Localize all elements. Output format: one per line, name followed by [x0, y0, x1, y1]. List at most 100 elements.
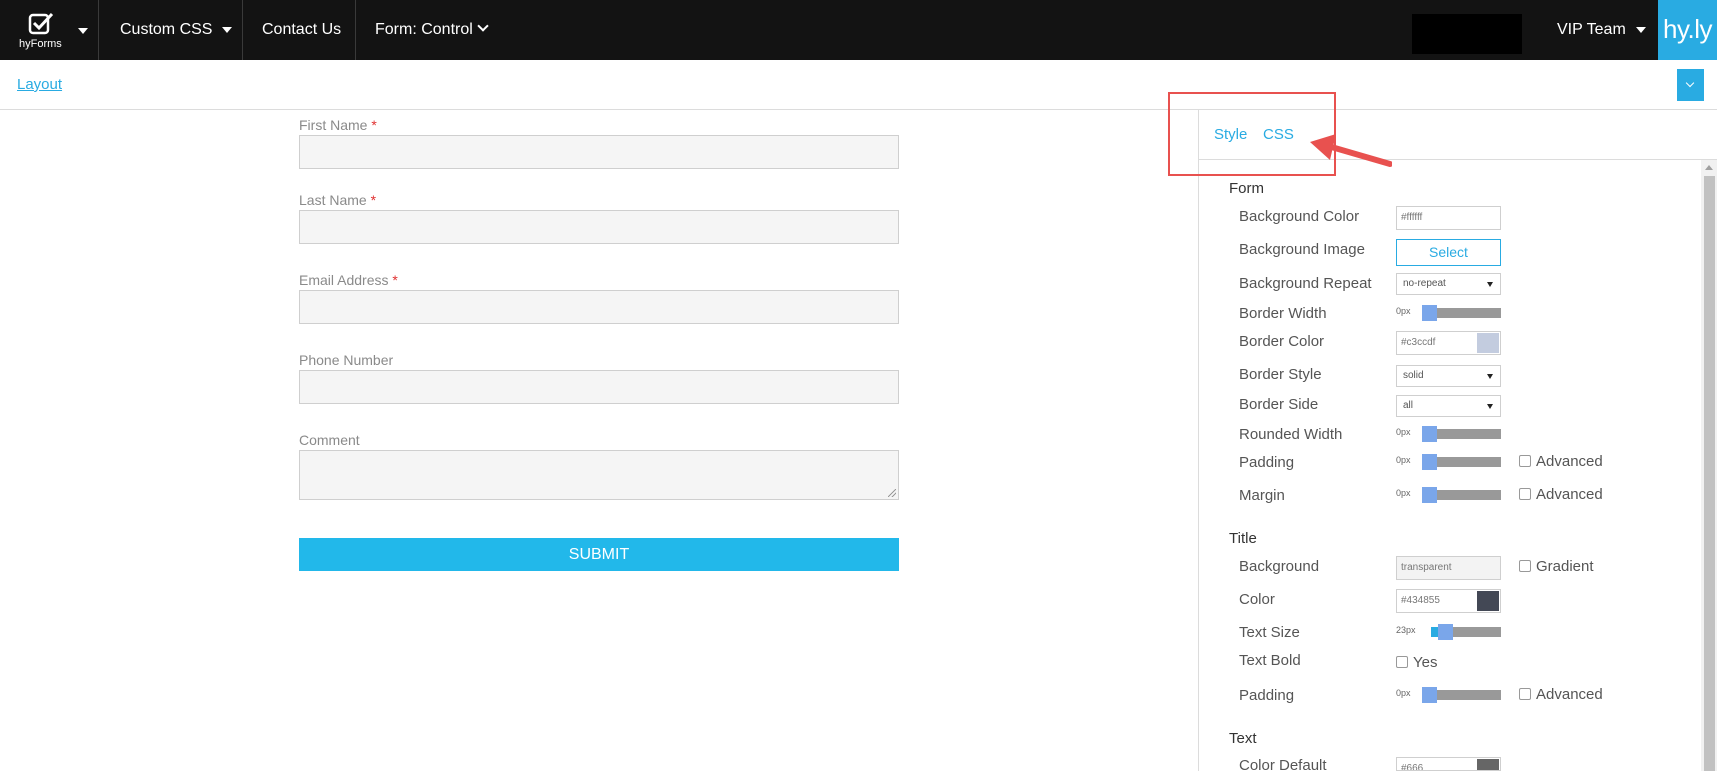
padding-slider[interactable]: [1422, 454, 1501, 470]
border-width-value: 0px: [1396, 306, 1411, 316]
redacted-area: [1412, 14, 1522, 54]
padding-value: 0px: [1396, 455, 1411, 465]
color-swatch[interactable]: [1477, 208, 1499, 228]
border-style-value: solid: [1403, 370, 1424, 381]
title-color-value: #434855: [1401, 595, 1440, 606]
background-color-input[interactable]: #ffffff: [1396, 206, 1501, 230]
label-rounded-width: Rounded Width: [1239, 426, 1343, 443]
slider-handle[interactable]: [1422, 426, 1437, 442]
field-label-last-name: Last Name *: [299, 192, 377, 208]
nav-vip-team-label: VIP Team: [1557, 21, 1626, 38]
section-title-text: Text: [1229, 730, 1257, 747]
border-side-value: all: [1403, 400, 1414, 411]
color-default-input[interactable]: #666: [1396, 757, 1501, 771]
caret-down-icon: [1635, 26, 1646, 33]
checkbox-check-icon: [28, 12, 54, 35]
slider-handle[interactable]: [1422, 305, 1437, 321]
phone-input[interactable]: [299, 370, 899, 404]
text-bold-checkbox[interactable]: Yes: [1396, 654, 1437, 671]
collapse-button[interactable]: [1677, 69, 1704, 101]
chevron-down-icon: [1685, 78, 1695, 88]
field-label-first-name: First Name *: [299, 117, 377, 133]
nav-contact-us-label: Contact Us: [262, 21, 342, 38]
email-input[interactable]: [299, 290, 899, 324]
color-default-value: #666: [1401, 763, 1424, 771]
color-swatch[interactable]: [1477, 759, 1499, 770]
top-navbar: hyForms Custom CSS Contact Us Form: Cont…: [0, 0, 1717, 60]
brand-logo[interactable]: hy.ly: [1658, 0, 1717, 60]
resize-grip-icon[interactable]: [888, 489, 896, 497]
title-padding-slider[interactable]: [1422, 687, 1501, 703]
text-size-slider[interactable]: [1431, 624, 1501, 640]
slider-handle[interactable]: [1422, 487, 1437, 503]
scrollbar-thumb[interactable]: [1704, 176, 1715, 771]
dropdown-arrow-icon: [1487, 282, 1493, 287]
label-text-size: Text Size: [1239, 624, 1300, 641]
label-background-image: Background Image: [1239, 241, 1365, 258]
label-border-color: Border Color: [1239, 333, 1325, 350]
caret-down-icon: [222, 26, 233, 33]
section-title-form: Form: [1229, 180, 1264, 197]
color-swatch[interactable]: [1477, 558, 1499, 578]
layout-link[interactable]: Layout: [17, 76, 62, 93]
border-style-select[interactable]: solid: [1396, 365, 1501, 387]
field-label-phone: Phone Number: [299, 352, 394, 368]
checkbox[interactable]: [1519, 488, 1531, 500]
label-color-default: Color Default: [1239, 757, 1327, 771]
label-title-padding: Padding: [1239, 687, 1295, 704]
slider-handle[interactable]: [1438, 624, 1453, 640]
label-border-style: Border Style: [1239, 366, 1322, 383]
padding-advanced-checkbox[interactable]: Advanced: [1519, 453, 1603, 470]
label-text-bold: Text Bold: [1239, 652, 1301, 669]
border-width-slider[interactable]: [1422, 305, 1501, 321]
label-background-color: Background Color: [1239, 208, 1360, 225]
margin-value: 0px: [1396, 488, 1411, 498]
submit-button[interactable]: SUBMIT: [299, 538, 899, 571]
background-image-select-button[interactable]: Select: [1396, 239, 1501, 266]
border-side-select[interactable]: all: [1396, 395, 1501, 417]
scroll-up-arrow-icon[interactable]: [1705, 165, 1713, 170]
nav-contact-us[interactable]: Contact Us: [242, 0, 361, 60]
sub-header: Layout: [0, 60, 1717, 110]
dropdown-arrow-icon: [1487, 374, 1493, 379]
label-padding: Padding: [1239, 454, 1295, 471]
checkbox[interactable]: [1519, 560, 1531, 572]
slider-handle[interactable]: [1422, 454, 1437, 470]
title-padding-advanced-checkbox[interactable]: Advanced: [1519, 686, 1603, 703]
annotation-arrow-icon: [1310, 134, 1392, 167]
nav-form-control[interactable]: Form: Control: [355, 0, 507, 60]
title-background-input[interactable]: transparent: [1396, 556, 1501, 580]
nav-form-control-label: Form: Control: [375, 21, 473, 38]
last-name-input[interactable]: [299, 210, 899, 244]
gradient-checkbox[interactable]: Gradient: [1519, 558, 1594, 575]
caret-down-icon[interactable]: [78, 28, 88, 34]
title-padding-value: 0px: [1396, 688, 1411, 698]
border-color-input[interactable]: #c3ccdf: [1396, 331, 1501, 355]
label-title-background: Background: [1239, 558, 1320, 575]
rounded-width-slider[interactable]: [1422, 426, 1501, 442]
margin-slider[interactable]: [1422, 487, 1501, 503]
logo-text: hyForms: [19, 38, 62, 50]
hyforms-logo-menu[interactable]: hyForms: [0, 0, 99, 60]
color-swatch[interactable]: [1477, 333, 1499, 353]
field-label-comment: Comment: [299, 432, 360, 448]
color-swatch[interactable]: [1477, 591, 1499, 611]
label-background-repeat: Background Repeat: [1239, 275, 1372, 292]
comment-textarea[interactable]: [299, 450, 899, 500]
checkbox[interactable]: [1396, 656, 1408, 668]
field-label-email: Email Address *: [299, 272, 398, 288]
checkbox[interactable]: [1519, 455, 1531, 467]
nav-vip-team[interactable]: VIP Team: [1557, 0, 1646, 60]
dropdown-arrow-icon: [1487, 404, 1493, 409]
title-background-value: transparent: [1401, 562, 1452, 573]
chevron-down-icon: [477, 20, 489, 32]
nav-custom-css-label: Custom CSS: [120, 21, 213, 38]
background-color-value: #ffffff: [1401, 212, 1423, 223]
nav-custom-css[interactable]: Custom CSS: [100, 0, 252, 60]
title-color-input[interactable]: #434855: [1396, 589, 1501, 613]
checkbox[interactable]: [1519, 688, 1531, 700]
first-name-input[interactable]: [299, 135, 899, 169]
slider-handle[interactable]: [1422, 687, 1437, 703]
margin-advanced-checkbox[interactable]: Advanced: [1519, 486, 1603, 503]
background-repeat-select[interactable]: no-repeat: [1396, 273, 1501, 295]
